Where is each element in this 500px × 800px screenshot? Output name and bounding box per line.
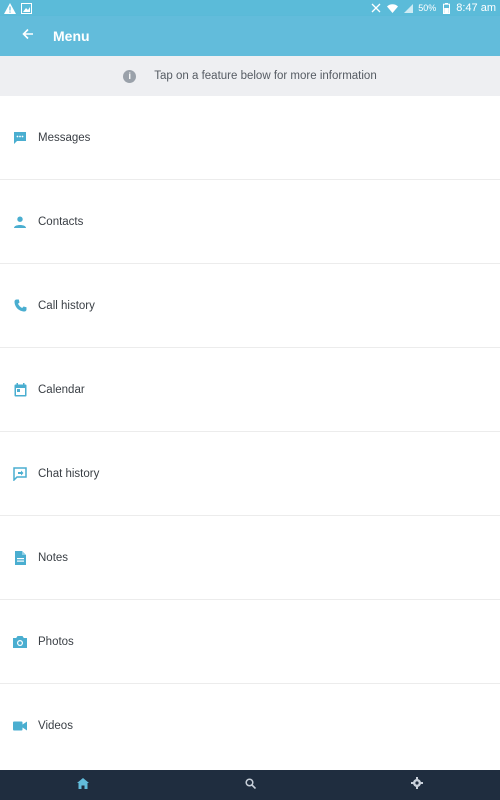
menu-item-photos[interactable]: Photos (0, 600, 500, 684)
home-icon (77, 776, 90, 794)
camera-icon (12, 634, 28, 650)
menu-item-videos[interactable]: Videos (0, 684, 500, 768)
menu-item-messages[interactable]: Messages (0, 96, 500, 180)
menu-item-label: Messages (38, 131, 91, 144)
back-arrow-icon (22, 27, 34, 45)
info-banner: i Tap on a feature below for more inform… (0, 56, 500, 96)
back-button[interactable] (4, 16, 52, 56)
status-bar: 50% 8:47 am (0, 0, 500, 16)
menu-item-call-history[interactable]: Call history (0, 264, 500, 348)
menu-item-label: Notes (38, 551, 69, 564)
info-icon: i (123, 69, 137, 83)
message-icon (12, 130, 28, 146)
phone-icon (12, 298, 28, 314)
menu-item-calendar[interactable]: Calendar (0, 348, 500, 432)
search-icon (244, 776, 256, 794)
nav-search-button[interactable] (167, 770, 334, 800)
settings-icon (410, 776, 423, 794)
menu-item-label: Chat history (38, 467, 100, 480)
status-left (4, 2, 32, 14)
mute-icon (370, 2, 382, 14)
signal-icon (402, 2, 414, 14)
menu-item-notes[interactable]: Notes (0, 516, 500, 600)
warning-icon (4, 2, 16, 14)
menu-item-label: Contacts (38, 215, 84, 228)
menu-item-chat-history[interactable]: Chat history (0, 432, 500, 516)
menu-item-label: Calendar (38, 383, 85, 396)
menu-item-label: Videos (38, 720, 73, 732)
menu-item-label: Photos (38, 635, 74, 648)
status-time: 8:47 am (456, 2, 496, 14)
menu-list: Messages Contacts Call history Calendar … (0, 96, 500, 768)
video-icon (12, 718, 28, 734)
battery-level: 50% (418, 3, 437, 13)
wifi-icon (386, 2, 398, 14)
nav-home-button[interactable] (0, 770, 167, 800)
status-right: 50% 8:47 am (370, 2, 496, 14)
battery-icon (440, 2, 452, 14)
calendar-icon (12, 382, 28, 398)
image-notification-icon (20, 2, 32, 14)
menu-item-label: Call history (38, 299, 95, 312)
page-title: Menu (53, 28, 90, 44)
menu-item-contacts[interactable]: Contacts (0, 180, 500, 264)
app-bar: Menu (0, 16, 500, 56)
bottom-nav (0, 770, 500, 800)
chat-icon (12, 466, 28, 482)
person-icon (12, 214, 28, 230)
note-icon (12, 550, 28, 566)
nav-settings-button[interactable] (333, 770, 500, 800)
info-banner-text: Tap on a feature below for more informat… (154, 70, 377, 82)
